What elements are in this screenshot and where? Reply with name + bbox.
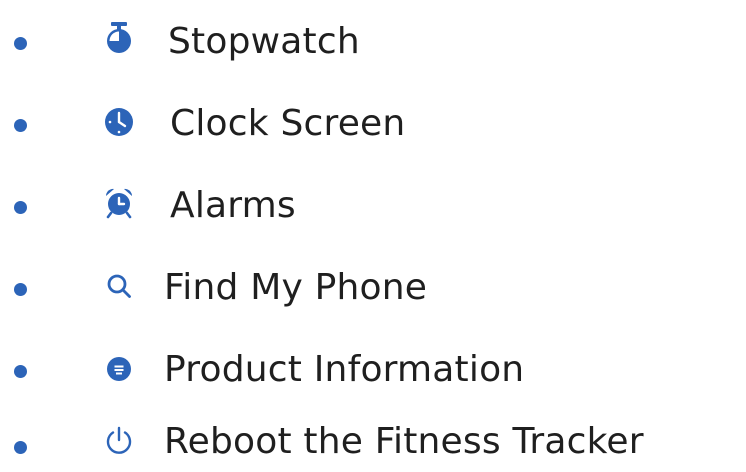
bullet [14,365,27,378]
bullet [14,283,27,296]
menu-item-clock-screen[interactable]: Clock Screen [0,94,746,154]
menu-item-label: Alarms [170,185,296,226]
bullet [14,119,27,132]
menu-item-label: Find My Phone [164,267,428,308]
menu-item-reboot[interactable]: Reboot the Fitness Tracker [0,408,746,468]
power-icon [104,426,134,456]
bullet [14,201,27,214]
info-icon [104,354,134,384]
alarm-clock-icon [104,188,134,219]
menu-item-label: Product Information [164,349,525,390]
menu-item-label: Reboot the Fitness Tracker [164,421,644,462]
menu-item-label: Stopwatch [168,21,360,62]
search-icon [104,271,134,301]
clock-icon [104,107,134,137]
menu-item-find-my-phone[interactable]: Find My Phone [0,258,746,318]
menu-item-stopwatch[interactable]: Stopwatch [0,12,746,72]
menu-item-label: Clock Screen [170,103,406,144]
bullet [14,441,27,454]
stopwatch-icon [104,22,134,53]
menu-item-alarms[interactable]: Alarms [0,176,746,236]
bullet [14,37,27,50]
menu-item-product-information[interactable]: Product Information [0,340,746,400]
